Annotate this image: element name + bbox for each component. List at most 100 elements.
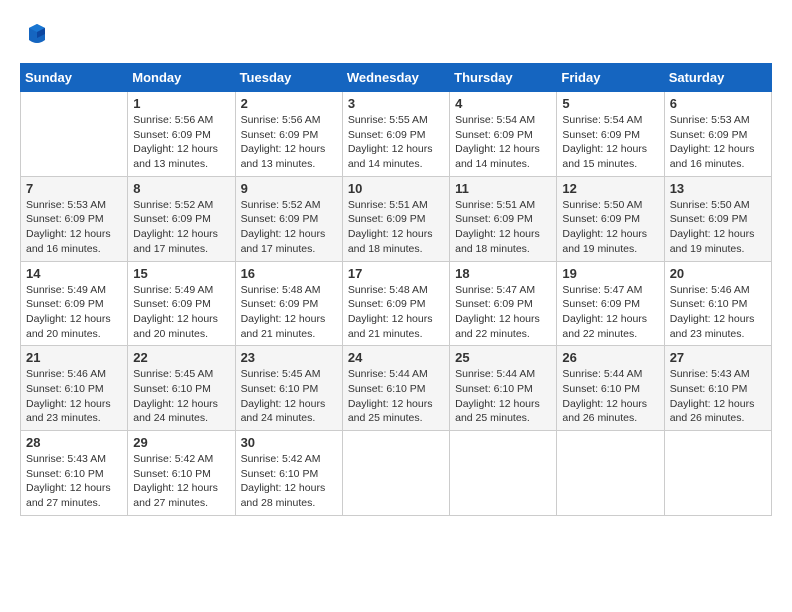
day-info: Sunrise: 5:49 AM Sunset: 6:09 PM Dayligh…	[26, 283, 122, 342]
day-number: 27	[670, 350, 766, 365]
day-info: Sunrise: 5:44 AM Sunset: 6:10 PM Dayligh…	[562, 367, 658, 426]
day-number: 22	[133, 350, 229, 365]
day-number: 29	[133, 435, 229, 450]
day-info: Sunrise: 5:55 AM Sunset: 6:09 PM Dayligh…	[348, 113, 444, 172]
weekday-header-saturday: Saturday	[664, 64, 771, 92]
day-info: Sunrise: 5:45 AM Sunset: 6:10 PM Dayligh…	[133, 367, 229, 426]
calendar-cell: 29 Sunrise: 5:42 AM Sunset: 6:10 PM Dayli…	[128, 431, 235, 516]
calendar-cell	[664, 431, 771, 516]
day-info: Sunrise: 5:50 AM Sunset: 6:09 PM Dayligh…	[562, 198, 658, 257]
day-number: 20	[670, 266, 766, 281]
day-number: 28	[26, 435, 122, 450]
day-number: 25	[455, 350, 551, 365]
day-number: 23	[241, 350, 337, 365]
calendar-cell: 6Sunrise: 5:53 AM Sunset: 6:09 PM Daylig…	[664, 92, 771, 177]
calendar-week-2: 7Sunrise: 5:53 AM Sunset: 6:09 PM Daylig…	[21, 176, 772, 261]
day-number: 9	[241, 181, 337, 196]
calendar-cell: 21 Sunrise: 5:46 AM Sunset: 6:10 PM Dayli…	[21, 346, 128, 431]
day-number: 18	[455, 266, 551, 281]
weekday-header-sunday: Sunday	[21, 64, 128, 92]
weekday-header-friday: Friday	[557, 64, 664, 92]
calendar-table: SundayMondayTuesdayWednesdayThursdayFrid…	[20, 63, 772, 516]
day-info: Sunrise: 5:42 AM Sunset: 6:10 PM Dayligh…	[133, 452, 229, 511]
day-number: 16	[241, 266, 337, 281]
day-info: Sunrise: 5:51 AM Sunset: 6:09 PM Dayligh…	[455, 198, 551, 257]
weekday-header-thursday: Thursday	[450, 64, 557, 92]
calendar-cell	[21, 92, 128, 177]
calendar-cell: 3 Sunrise: 5:55 AM Sunset: 6:09 PM Daylig…	[342, 92, 449, 177]
calendar-cell: 27 Sunrise: 5:43 AM Sunset: 6:10 PM Dayli…	[664, 346, 771, 431]
day-info: Sunrise: 5:47 AM Sunset: 6:09 PM Dayligh…	[455, 283, 551, 342]
day-info: Sunrise: 5:47 AM Sunset: 6:09 PM Dayligh…	[562, 283, 658, 342]
day-number: 12	[562, 181, 658, 196]
calendar-cell: 28 Sunrise: 5:43 AM Sunset: 6:10 PM Dayli…	[21, 431, 128, 516]
calendar-cell	[557, 431, 664, 516]
calendar-cell: 17 Sunrise: 5:48 AM Sunset: 6:09 PM Dayli…	[342, 261, 449, 346]
day-info: Sunrise: 5:48 AM Sunset: 6:09 PM Dayligh…	[348, 283, 444, 342]
calendar-cell: 30 Sunrise: 5:42 AM Sunset: 6:10 PM Dayli…	[235, 431, 342, 516]
calendar-cell: 7Sunrise: 5:53 AM Sunset: 6:09 PM Daylig…	[21, 176, 128, 261]
calendar-week-1: 1Sunrise: 5:56 AM Sunset: 6:09 PM Daylig…	[21, 92, 772, 177]
day-info: Sunrise: 5:52 AM Sunset: 6:09 PM Dayligh…	[241, 198, 337, 257]
page-header	[20, 20, 772, 53]
calendar-cell	[450, 431, 557, 516]
calendar-cell: 14 Sunrise: 5:49 AM Sunset: 6:09 PM Dayli…	[21, 261, 128, 346]
day-info: Sunrise: 5:43 AM Sunset: 6:10 PM Dayligh…	[670, 367, 766, 426]
calendar-cell: 12 Sunrise: 5:50 AM Sunset: 6:09 PM Dayli…	[557, 176, 664, 261]
calendar-cell: 1Sunrise: 5:56 AM Sunset: 6:09 PM Daylig…	[128, 92, 235, 177]
day-number: 11	[455, 181, 551, 196]
day-number: 19	[562, 266, 658, 281]
day-number: 14	[26, 266, 122, 281]
calendar-cell: 11 Sunrise: 5:51 AM Sunset: 6:09 PM Dayli…	[450, 176, 557, 261]
calendar-cell: 9 Sunrise: 5:52 AM Sunset: 6:09 PM Daylig…	[235, 176, 342, 261]
day-number: 8	[133, 181, 229, 196]
day-number: 3	[348, 96, 444, 111]
calendar-cell: 2 Sunrise: 5:56 AM Sunset: 6:09 PM Daylig…	[235, 92, 342, 177]
day-info: Sunrise: 5:46 AM Sunset: 6:10 PM Dayligh…	[670, 283, 766, 342]
calendar-cell: 4Sunrise: 5:54 AM Sunset: 6:09 PM Daylig…	[450, 92, 557, 177]
logo-icon	[23, 20, 51, 48]
calendar-cell	[342, 431, 449, 516]
calendar-cell: 8 Sunrise: 5:52 AM Sunset: 6:09 PM Daylig…	[128, 176, 235, 261]
day-info: Sunrise: 5:53 AM Sunset: 6:09 PM Dayligh…	[670, 113, 766, 172]
weekday-header-monday: Monday	[128, 64, 235, 92]
day-info: Sunrise: 5:49 AM Sunset: 6:09 PM Dayligh…	[133, 283, 229, 342]
day-info: Sunrise: 5:46 AM Sunset: 6:10 PM Dayligh…	[26, 367, 122, 426]
day-number: 10	[348, 181, 444, 196]
day-info: Sunrise: 5:48 AM Sunset: 6:09 PM Dayligh…	[241, 283, 337, 342]
day-number: 17	[348, 266, 444, 281]
day-info: Sunrise: 5:51 AM Sunset: 6:09 PM Dayligh…	[348, 198, 444, 257]
weekday-header-wednesday: Wednesday	[342, 64, 449, 92]
day-info: Sunrise: 5:50 AM Sunset: 6:09 PM Dayligh…	[670, 198, 766, 257]
calendar-cell: 26Sunrise: 5:44 AM Sunset: 6:10 PM Dayli…	[557, 346, 664, 431]
calendar-cell: 18 Sunrise: 5:47 AM Sunset: 6:09 PM Dayli…	[450, 261, 557, 346]
calendar-week-3: 14 Sunrise: 5:49 AM Sunset: 6:09 PM Dayli…	[21, 261, 772, 346]
day-info: Sunrise: 5:43 AM Sunset: 6:10 PM Dayligh…	[26, 452, 122, 511]
day-number: 15	[133, 266, 229, 281]
day-info: Sunrise: 5:54 AM Sunset: 6:09 PM Dayligh…	[562, 113, 658, 172]
calendar-body: 1Sunrise: 5:56 AM Sunset: 6:09 PM Daylig…	[21, 92, 772, 516]
calendar-cell: 24Sunrise: 5:44 AM Sunset: 6:10 PM Dayli…	[342, 346, 449, 431]
calendar-week-4: 21 Sunrise: 5:46 AM Sunset: 6:10 PM Dayli…	[21, 346, 772, 431]
calendar-header-row: SundayMondayTuesdayWednesdayThursdayFrid…	[21, 64, 772, 92]
day-number: 21	[26, 350, 122, 365]
day-info: Sunrise: 5:52 AM Sunset: 6:09 PM Dayligh…	[133, 198, 229, 257]
day-info: Sunrise: 5:54 AM Sunset: 6:09 PM Dayligh…	[455, 113, 551, 172]
day-info: Sunrise: 5:56 AM Sunset: 6:09 PM Dayligh…	[241, 113, 337, 172]
day-info: Sunrise: 5:56 AM Sunset: 6:09 PM Dayligh…	[133, 113, 229, 172]
day-info: Sunrise: 5:42 AM Sunset: 6:10 PM Dayligh…	[241, 452, 337, 511]
day-number: 2	[241, 96, 337, 111]
calendar-cell: 5 Sunrise: 5:54 AM Sunset: 6:09 PM Daylig…	[557, 92, 664, 177]
calendar-cell: 23 Sunrise: 5:45 AM Sunset: 6:10 PM Dayli…	[235, 346, 342, 431]
day-number: 5	[562, 96, 658, 111]
day-info: Sunrise: 5:45 AM Sunset: 6:10 PM Dayligh…	[241, 367, 337, 426]
calendar-cell: 10 Sunrise: 5:51 AM Sunset: 6:09 PM Dayli…	[342, 176, 449, 261]
calendar-cell: 16 Sunrise: 5:48 AM Sunset: 6:09 PM Dayli…	[235, 261, 342, 346]
day-info: Sunrise: 5:53 AM Sunset: 6:09 PM Dayligh…	[26, 198, 122, 257]
calendar-cell: 20 Sunrise: 5:46 AM Sunset: 6:10 PM Dayli…	[664, 261, 771, 346]
calendar-cell: 22 Sunrise: 5:45 AM Sunset: 6:10 PM Dayli…	[128, 346, 235, 431]
calendar-week-5: 28 Sunrise: 5:43 AM Sunset: 6:10 PM Dayli…	[21, 431, 772, 516]
day-number: 30	[241, 435, 337, 450]
weekday-header-tuesday: Tuesday	[235, 64, 342, 92]
calendar-cell: 19 Sunrise: 5:47 AM Sunset: 6:09 PM Dayli…	[557, 261, 664, 346]
